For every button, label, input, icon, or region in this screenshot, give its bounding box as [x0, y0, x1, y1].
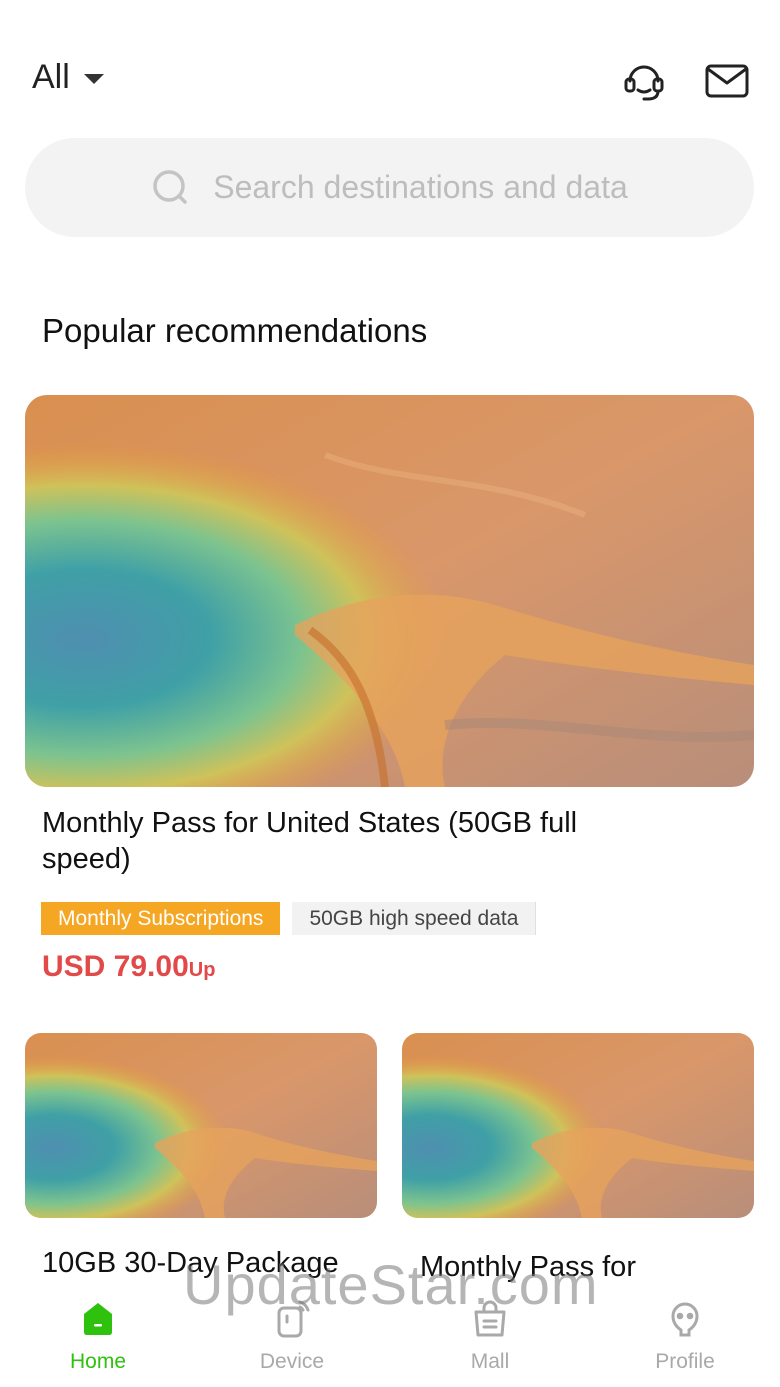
tab-label: Device: [259, 1350, 325, 1373]
bottom-tab-bar: Home Device Mall Profile: [0, 1290, 780, 1387]
featured-product-image[interactable]: [25, 395, 754, 787]
headset-icon: [624, 65, 664, 101]
home-icon: [78, 1298, 118, 1338]
chevron-down-icon: [83, 73, 104, 84]
region-selector[interactable]: All: [32, 58, 104, 97]
price-amount: USD 79.00: [42, 950, 189, 983]
tab-label: Mall: [470, 1350, 510, 1373]
search-input[interactable]: Search destinations and data: [25, 138, 754, 237]
featured-price: USD 79.00Up: [42, 950, 215, 984]
tab-home[interactable]: Home: [38, 1298, 158, 1374]
tab-label: Home: [69, 1350, 127, 1373]
section-title: Popular recommendations: [42, 312, 428, 349]
profile-icon: [665, 1298, 705, 1338]
tag-monthly-subscriptions: Monthly Subscriptions: [41, 902, 281, 935]
device-icon: [272, 1298, 312, 1338]
top-bar: All: [0, 0, 780, 130]
messages-button[interactable]: [702, 56, 752, 106]
product-card-title[interactable]: 10GB 30-Day Package: [42, 1247, 339, 1280]
tag-data-amount: 50GB high speed data: [292, 902, 537, 935]
product-card-image[interactable]: [25, 1033, 377, 1218]
mail-icon: [705, 64, 749, 98]
customer-support-button[interactable]: [619, 56, 669, 106]
tab-device[interactable]: Device: [232, 1298, 352, 1374]
search-icon: [153, 169, 187, 204]
tab-label: Profile: [655, 1350, 715, 1373]
featured-product-title[interactable]: Monthly Pass for United States (50GB ful…: [42, 805, 602, 877]
product-card-title[interactable]: Monthly Pass for: [420, 1251, 636, 1284]
region-label: All: [32, 58, 70, 96]
search-placeholder: Search destinations and data: [213, 169, 628, 205]
price-suffix: Up: [188, 959, 216, 981]
tab-profile[interactable]: Profile: [625, 1298, 745, 1374]
product-card-image[interactable]: [402, 1033, 754, 1218]
featured-tags: Monthly Subscriptions 50GB high speed da…: [41, 902, 537, 935]
shopping-bag-icon: [470, 1298, 510, 1338]
tab-mall[interactable]: Mall: [430, 1298, 550, 1374]
